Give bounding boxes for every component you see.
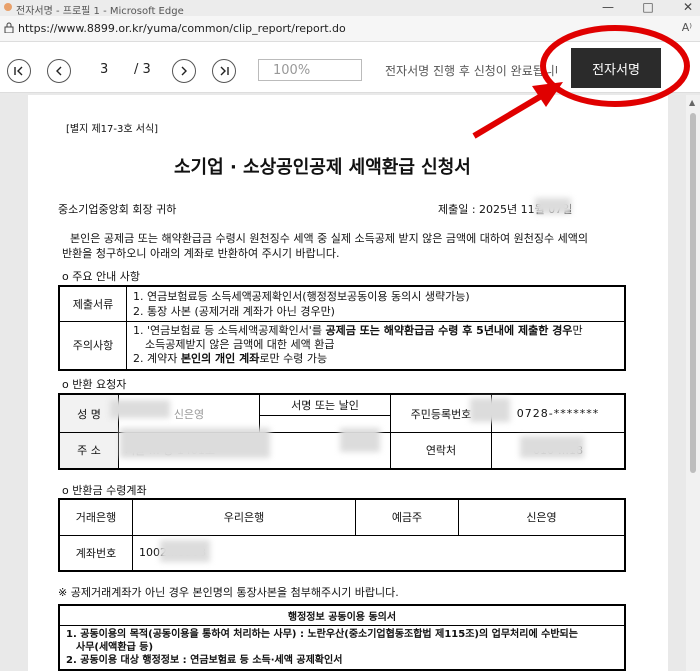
scroll-up-icon[interactable]: ▲	[689, 98, 695, 107]
current-page[interactable]: 3	[100, 62, 108, 77]
address-bar[interactable]: https://www.8899.or.kr/yuma/common/clip_…	[0, 16, 700, 42]
window-titlebar: 전자서명 - 프로필 1 - Microsoft Edge — □ ✕	[0, 0, 700, 17]
holder-label: 예금주	[355, 498, 459, 536]
first-page-button[interactable]	[7, 59, 31, 83]
docs-label: 제출서류	[58, 285, 127, 322]
zoom-input[interactable]: 100%	[258, 59, 362, 81]
consent-body: 1. 공동이용의 목적(공동이용을 통하여 처리하는 사무) : 노란우산(중소…	[58, 625, 626, 671]
caution-label: 주의사항	[58, 321, 127, 370]
window-title: 전자서명 - 프로필 1 - Microsoft Edge	[16, 6, 184, 17]
guidance-table: 제출서류 1. 연금보험료등 소득세액공제확인서(행정정보공동이용 동의시 생략…	[58, 285, 626, 371]
chevron-right-icon	[181, 66, 187, 76]
address-label: 주 소	[58, 432, 119, 469]
caution-3a: 2. 계약자	[133, 352, 181, 366]
redacted-account	[160, 540, 210, 562]
redacted-date	[535, 198, 571, 214]
redacted-address-2	[340, 428, 380, 452]
first-page-icon	[14, 66, 23, 76]
next-page-button[interactable]	[172, 59, 196, 83]
section-guidance: o 주요 안내 사항	[62, 270, 140, 283]
lock-icon	[4, 22, 14, 33]
consent-item-2: 2. 공동이용 대상 행정정보 : 연금보험료 등 소득·세액 공제확인서	[66, 655, 343, 666]
caution-cell: 1. '연금보험료 등 소득세액공제확인서'를 공제금 또는 해약환급금 수령 …	[126, 321, 626, 370]
signature-label: 서명 또는 날인	[259, 393, 391, 416]
caution-2: 소득공제받지 않은 금액에 대한 세액 환급	[145, 338, 335, 352]
document-title: 소기업 · 소상공인공제 세액환급 신청서	[174, 157, 471, 178]
section-requester: o 반환 요청자	[62, 378, 127, 391]
redacted-name	[110, 400, 170, 418]
addressee: 중소기업중앙회 회장 귀하	[58, 203, 177, 216]
rrn-value: 0728-*******	[491, 393, 626, 433]
reader-view-icon[interactable]: A⁾	[682, 21, 692, 34]
holder-value: 신은영	[458, 498, 626, 536]
section-account: o 반환금 수령계좌	[62, 484, 147, 497]
redacted-phone	[520, 436, 584, 458]
bank-label: 거래은행	[58, 498, 133, 536]
caution-3b: 본인의 개인 계좌	[180, 352, 260, 366]
docs-item-2: 2. 통장 사본 (공제거래 계좌가 아닌 경우만)	[133, 305, 335, 318]
last-page-icon	[220, 66, 229, 76]
scroll-thumb[interactable]	[690, 113, 696, 473]
redacted-address	[120, 428, 270, 458]
sign-notice: 전자서명 진행 후 신청이 완료됩니다	[385, 64, 557, 78]
docs-item-1: 1. 연금보험료등 소득세액공제확인서(행정정보공동이용 동의시 생략가능)	[133, 290, 470, 303]
close-button[interactable]: ✕	[676, 0, 700, 16]
redacted-rrn	[470, 398, 510, 422]
minimize-button[interactable]: —	[596, 0, 620, 16]
vertical-scrollbar[interactable]: ▲	[686, 95, 700, 671]
consent-title: 행정정보 공동이용 동의서	[58, 604, 626, 626]
total-pages: / 3	[134, 62, 151, 77]
docs-cell: 1. 연금보험료등 소득세액공제확인서(행정정보공동이용 동의시 생략가능) 2…	[126, 285, 626, 322]
account-table: 거래은행 우리은행 예금주 신은영 계좌번호 1002…3588	[58, 498, 626, 572]
consent-item-1: 1. 공동이용의 목적(공동이용을 통하여 처리하는 사무) : 노란우산(중소…	[66, 629, 578, 640]
account-note: ※ 공제거래계좌가 아닌 경우 본인명의 통장사본을 첨부해주시기 바랍니다.	[58, 586, 399, 599]
caution-1b: 공제금 또는 해약환급금 수령 후 5년내에 제출한 경우	[325, 324, 573, 338]
phone-label: 연락처	[390, 432, 492, 469]
account-label: 계좌번호	[58, 534, 133, 572]
edge-icon	[4, 3, 12, 11]
form-number: [별지 제17-3호 서식]	[66, 124, 159, 135]
caution-1c: 만	[572, 324, 583, 338]
chevron-left-icon	[56, 66, 62, 76]
consent-table: 행정정보 공동이용 동의서 1. 공동이용의 목적(공동이용을 통하여 처리하는…	[58, 604, 626, 671]
maximize-button[interactable]: □	[636, 0, 660, 16]
caution-1a: 1. '연금보험료 등 소득세액공제확인서'를	[133, 324, 326, 338]
e-sign-button[interactable]: 전자서명	[571, 48, 661, 88]
consent-item-1b: 사무(세액환급 등)	[76, 642, 154, 653]
intro-line-1: 본인은 공제금 또는 해약환급금 수령시 원천징수 세액 중 실제 소득공제 받…	[70, 232, 588, 245]
caution-3c: 로만 수령 가능	[259, 352, 328, 366]
intro-line-2: 반환을 청구하오니 아래의 계좌로 반환하여 주시기 바랍니다.	[62, 247, 340, 260]
url-text[interactable]: https://www.8899.or.kr/yuma/common/clip_…	[18, 22, 346, 35]
last-page-button[interactable]	[212, 59, 236, 83]
prev-page-button[interactable]	[47, 59, 71, 83]
bank-value: 우리은행	[132, 498, 356, 536]
